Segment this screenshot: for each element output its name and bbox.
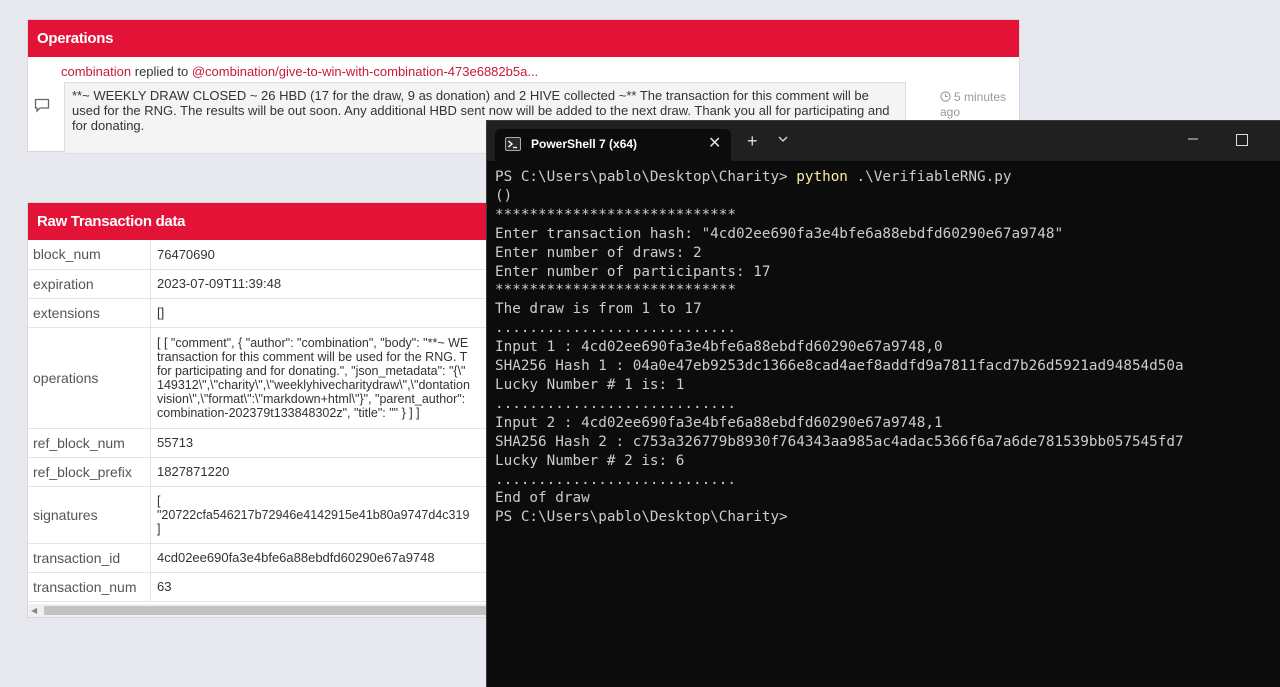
row-key: extensions [28,298,151,328]
comment-icon [34,98,50,113]
value-line: for participating and for donating.", "j… [157,363,466,378]
powershell-icon [505,137,521,151]
timestamp: 5 minutes ago [940,90,1016,120]
row-key: transaction_id [28,543,151,573]
output-line: Lucky Number # 2 is: 6 [495,452,685,469]
table-row: signatures [ "20722cfa546217b72946e41429… [28,486,490,544]
table-row: ref_block_num 55713 [28,428,490,458]
output-line: SHA256 Hash 1 : 04a0e47eb9253dc1366e8cad… [495,358,1184,375]
row-value: [] [150,298,490,328]
output-line: Enter number of participants: 17 [495,263,771,280]
row-key: transaction_num [28,572,151,602]
value-line: "20722cfa546217b72946e4142915e41b80a9747… [157,507,470,522]
horizontal-scrollbar[interactable]: ◀ [28,604,490,617]
row-value: 2023-07-09T11:39:48 [150,269,490,299]
value-line: vision\",\"format\":\"markdown+html\"}",… [157,391,466,406]
output-line: The draw is from 1 to 17 [495,301,702,318]
table-row: expiration 2023-07-09T11:39:48 [28,269,490,299]
output-line: Enter number of draws: 2 [495,244,702,261]
terminal-tab[interactable]: PowerShell 7 (x64) ✕ [495,129,731,161]
scroll-left-icon[interactable]: ◀ [31,606,37,615]
tab-title: PowerShell 7 (x64) [531,137,638,151]
output-line: **************************** [495,206,737,223]
operations-title: Operations [28,20,1019,57]
output-line: () [495,187,513,204]
output-line: ............................ [495,320,737,337]
chevron-down-icon[interactable] [777,133,789,145]
command: python [796,169,848,185]
row-value: 76470690 [150,240,490,270]
output-line: PS C:\Users\pablo\Desktop\Charity> [495,509,788,526]
raw-transaction-panel: Raw Transaction data block_num 76470690 … [27,202,491,618]
output-line: SHA256 Hash 2 : c753a326779b8930f764343a… [495,433,1184,450]
value-line: combination-202379t133848302z", "title":… [157,405,420,420]
scrollbar-thumb[interactable] [44,606,490,615]
row-value-multiline: [ [ "comment", { "author": "combination"… [150,327,490,429]
new-tab-icon[interactable]: + [747,132,758,150]
close-tab-icon[interactable]: ✕ [708,133,721,153]
row-value: 1827871220 [150,457,490,487]
row-value: 4cd02ee690fa3e4bfe6a88ebdfd60290e67a9748 [150,543,490,573]
output-line: Lucky Number # 1 is: 1 [495,376,685,393]
permlink-link[interactable]: @combination/give-to-win-with-combinatio… [192,64,538,79]
value-line: ] [157,521,161,536]
table-row: extensions [] [28,298,490,328]
command-arg: .\VerifiableRNG.py [847,169,1012,185]
row-key: block_num [28,240,151,270]
output-line: Input 1 : 4cd02ee690fa3e4bfe6a88ebdfd602… [495,339,943,356]
table-row: operations [ [ "comment", { "author": "c… [28,327,490,429]
command-line: PS C:\Users\pablo\Desktop\Charity> pytho… [495,168,1280,187]
maximize-icon[interactable] [1236,134,1248,146]
terminal-window[interactable]: PowerShell 7 (x64) ✕ + PS C:\Users\pablo… [486,120,1280,687]
table-row: transaction_num 63 [28,572,490,602]
action-text: replied to [134,64,189,79]
row-value-multiline: [ "20722cfa546217b72946e4142915e41b80a97… [150,486,490,544]
minimize-icon[interactable] [1187,133,1199,145]
clock-icon [940,91,951,102]
value-line: [ [157,493,161,508]
terminal-output[interactable]: PS C:\Users\pablo\Desktop\Charity> pytho… [495,168,1280,527]
output-line: **************************** [495,282,737,299]
table-row: block_num 76470690 [28,240,490,270]
output-line: ............................ [495,471,737,488]
value-line: transaction for this comment will be use… [157,349,468,364]
row-key: signatures [28,486,151,544]
row-value: 55713 [150,428,490,458]
author-link[interactable]: combination [61,64,131,79]
row-key: operations [28,327,151,429]
row-key: ref_block_prefix [28,457,151,487]
value-line: 149312\",\"charity\",\"weeklyhivecharity… [157,377,470,392]
value-line: [ [ "comment", { "author": "combination"… [157,335,469,350]
time-text-2: ago [940,105,961,119]
row-value: 63 [150,572,490,602]
row-key: expiration [28,269,151,299]
prompt: PS C:\Users\pablo\Desktop\Charity> [495,169,797,185]
output-line: ............................ [495,395,737,412]
raw-transaction-table: block_num 76470690 expiration 2023-07-09… [28,240,490,602]
table-row: ref_block_prefix 1827871220 [28,457,490,487]
output-line: Input 2 : 4cd02ee690fa3e4bfe6a88ebdfd602… [495,414,943,431]
time-text-1: 5 minutes [954,90,1007,104]
operation-summary: combination replied to @combination/give… [61,64,538,79]
output-line: Enter transaction hash: "4cd02ee690fa3e4… [495,225,1064,242]
output-line: End of draw [495,490,590,507]
row-key: ref_block_num [28,428,151,458]
table-row: transaction_id 4cd02ee690fa3e4bfe6a88ebd… [28,543,490,573]
raw-transaction-title: Raw Transaction data [28,203,490,240]
terminal-tabbar: PowerShell 7 (x64) ✕ + [487,121,1280,161]
